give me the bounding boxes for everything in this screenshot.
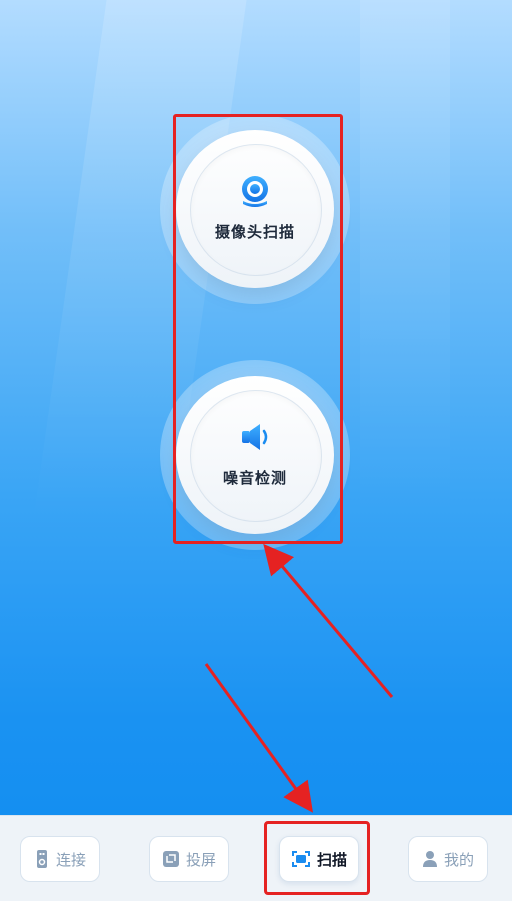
speaker-icon	[242, 423, 268, 450]
camera-scan-button[interactable]: 摄像头扫描	[176, 130, 334, 288]
camera-scan-label: 摄像头扫描	[214, 222, 295, 241]
tab-connect[interactable]: 连接	[20, 836, 100, 882]
noise-detect-wrapper: 噪音检测	[160, 360, 350, 550]
user-icon	[422, 851, 437, 867]
arrow-to-scan-tab	[204, 663, 314, 813]
tab-cast[interactable]: 投屏	[149, 836, 229, 882]
tab-me-label: 我的	[443, 850, 474, 869]
scan-icon	[291, 851, 310, 867]
noise-detect-label: 噪音检测	[222, 468, 287, 487]
background-light-streak	[360, 0, 450, 520]
tab-cast-label: 投屏	[185, 850, 216, 869]
bottom-tab-bar: 连接 投屏 扫描 我的	[0, 815, 512, 901]
tab-scan[interactable]: 扫描	[279, 836, 359, 882]
tab-scan-label: 扫描	[316, 850, 347, 869]
screen-cast-icon	[162, 851, 179, 867]
arrow-to-features	[263, 543, 394, 698]
noise-detect-button[interactable]: 噪音检测	[176, 376, 334, 534]
camera-scan-wrapper: 摄像头扫描	[160, 114, 350, 304]
tab-connect-label: 连接	[55, 850, 86, 869]
tab-me[interactable]: 我的	[408, 836, 488, 882]
camera-icon	[242, 175, 268, 207]
remote-icon	[36, 850, 47, 868]
